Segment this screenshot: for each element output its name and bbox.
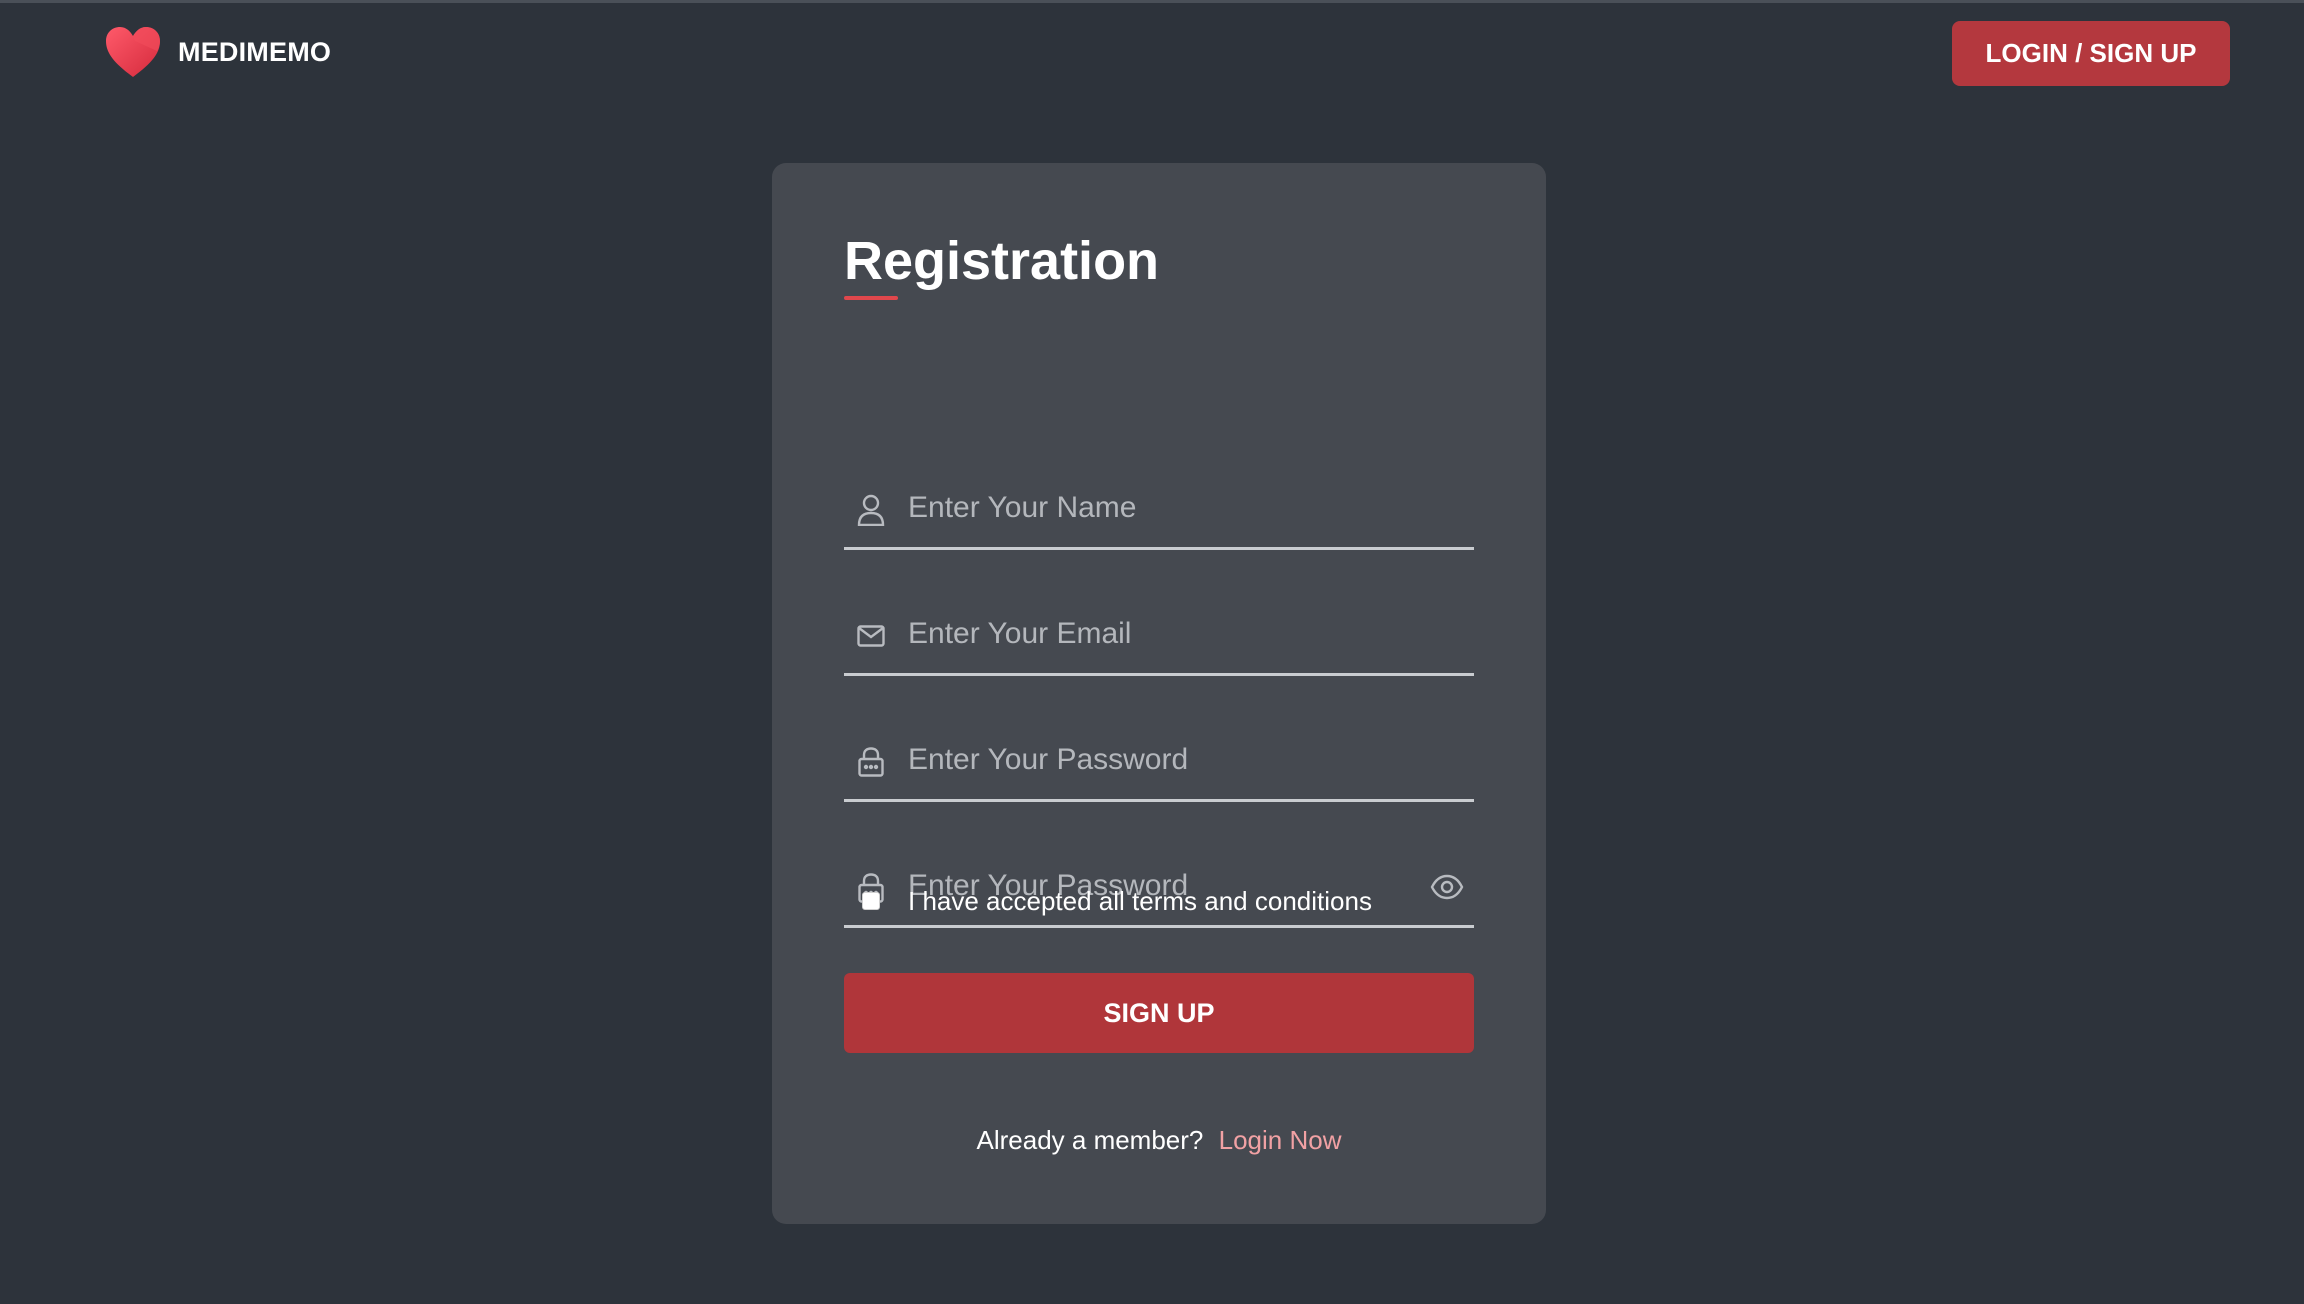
heart-logo-icon <box>106 27 160 77</box>
password-input[interactable] <box>908 734 1408 786</box>
terms-row[interactable]: I have accepted all terms and conditions <box>844 881 1474 921</box>
brand-name: MEDIMEMO <box>178 36 332 67</box>
user-icon <box>856 494 886 526</box>
login-now-link[interactable]: Login Now <box>1219 1125 1342 1155</box>
name-field <box>844 466 1474 550</box>
email-field <box>844 592 1474 676</box>
email-input[interactable] <box>908 608 1408 660</box>
page-title: Registration <box>844 231 1160 291</box>
mail-icon <box>856 620 886 652</box>
sign-up-button[interactable]: SIGN UP <box>844 973 1474 1053</box>
lock-icon <box>856 746 886 778</box>
registration-card: Registration Enter Your Name Enter Your … <box>772 163 1546 1224</box>
login-prompt: Already a member? Login Now <box>772 1125 1546 1156</box>
terms-label: I have accepted all terms and conditions <box>908 885 1372 916</box>
login-signup-button[interactable]: LOGIN / SIGN UP <box>1952 21 2230 86</box>
top-navbar: MEDIMEMO LOGIN / SIGN UP <box>0 0 2304 100</box>
brand[interactable]: MEDIMEMO <box>104 24 331 80</box>
login-prompt-text: Already a member? <box>976 1125 1204 1155</box>
title-underline <box>844 296 898 300</box>
name-input[interactable] <box>908 482 1408 534</box>
terms-checkbox[interactable] <box>862 892 880 910</box>
password-field <box>844 718 1474 802</box>
